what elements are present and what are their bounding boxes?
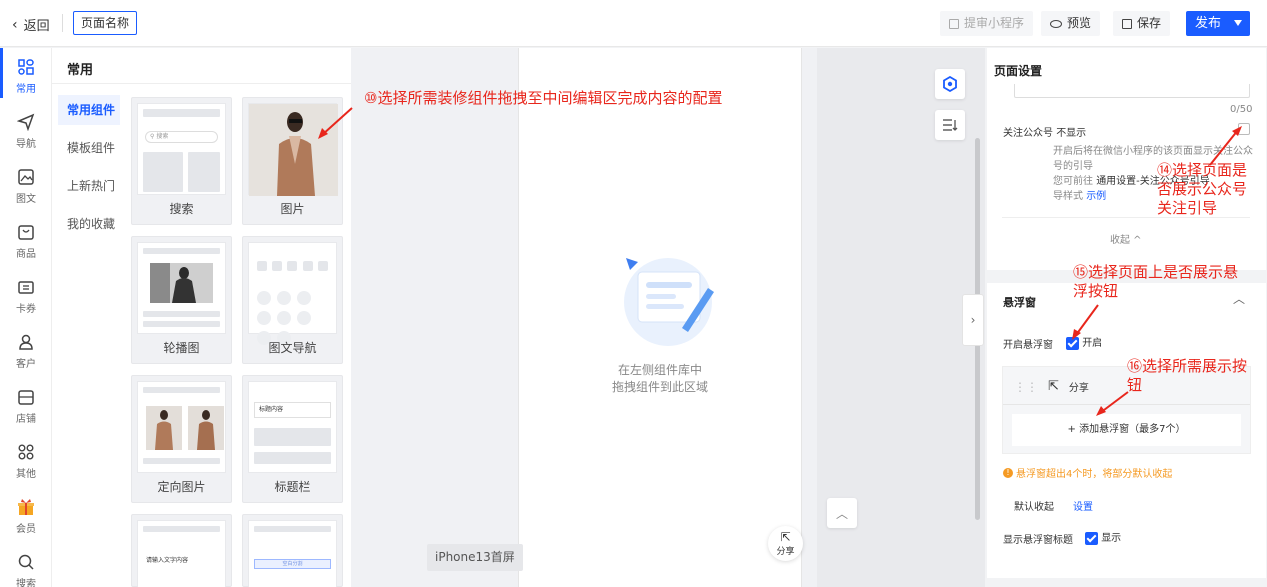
annotation-follow-account: ⑭选择页面是 否展示公众号 关注引导 [1157, 161, 1267, 218]
annotation-line: ⑮选择页面上是否展示悬 [1073, 263, 1239, 281]
annotation-drag-components: ⑩选择所需装修组件拖拽至中间编辑区完成内容的配置 [364, 89, 723, 107]
annotation-float-button: ⑮选择页面上是否展示悬 浮按钮 [1073, 263, 1263, 301]
annotation-line: 浮按钮 [1073, 282, 1119, 300]
annotation-line: ⑯选择所需展示按 [1127, 357, 1248, 375]
annotation-line: 关注引导 [1157, 199, 1218, 217]
annotation-choose-buttons: ⑯选择所需展示按 钮 [1127, 357, 1267, 395]
annotation-line: 钮 [1127, 376, 1143, 394]
annotation-line: 否展示公众号 [1157, 180, 1248, 198]
annotation-line: ⑭选择页面是 [1157, 161, 1248, 179]
